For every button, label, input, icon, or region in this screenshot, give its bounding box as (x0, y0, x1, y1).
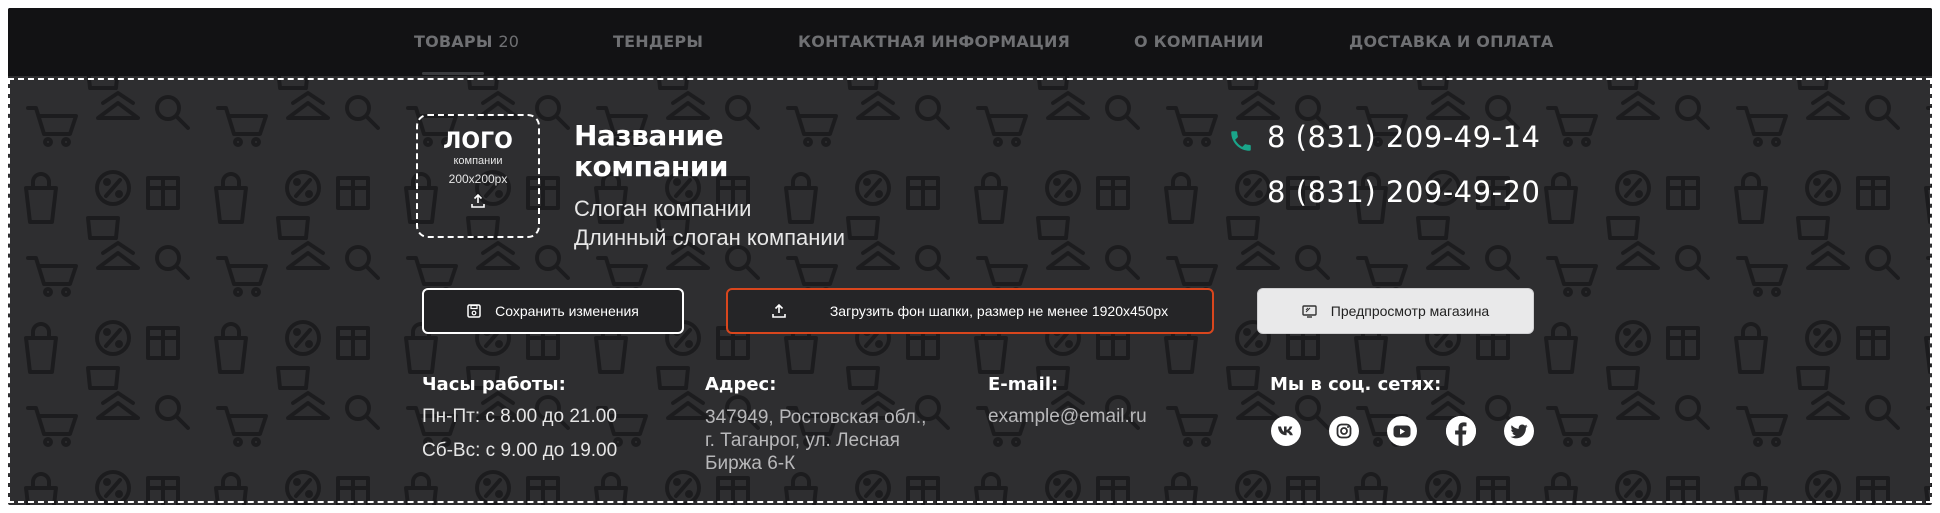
save-button[interactable]: Сохранить изменения (422, 288, 684, 334)
edit-area-border (8, 78, 10, 503)
active-tab-indicator (422, 72, 484, 75)
preview-store-button[interactable]: Предпросмотр магазина (1257, 288, 1534, 334)
products-count: 20 (498, 32, 520, 51)
nav-item-label: ДОСТАВКА И ОПЛАТА (1349, 32, 1554, 51)
instagram-icon[interactable] (1329, 416, 1359, 446)
logo-title: ЛОГО (443, 129, 513, 154)
upload-icon (772, 304, 786, 318)
nav-item-label: ТЕНДЕРЫ (613, 32, 704, 51)
save-icon (467, 304, 481, 318)
email-title: E-mail: (988, 374, 1059, 395)
youtube-icon[interactable] (1387, 416, 1417, 446)
twitter-icon[interactable] (1504, 416, 1534, 446)
nav-item-label: КОНТАКТНАЯ ИНФОРМАЦИЯ (798, 32, 1071, 51)
social-title: Мы в соц. сетях: (1270, 374, 1442, 395)
shop-header-editor: ТОВАРЫ 20 ТЕНДЕРЫ КОНТАКТНАЯ ИНФОРМАЦИЯ … (8, 8, 1932, 505)
nav-item-label: ТОВАРЫ (414, 32, 493, 51)
logo-upload[interactable]: ЛОГО компании 200x200px (416, 114, 540, 238)
address-title: Адрес: (705, 374, 777, 395)
top-navigation: ТОВАРЫ 20 ТЕНДЕРЫ КОНТАКТНАЯ ИНФОРМАЦИЯ … (8, 8, 1932, 76)
edit-area-border (8, 501, 1932, 503)
phone-number-2[interactable]: 8 (831) 209-49-20 (1267, 175, 1540, 209)
edit-area-border (8, 78, 1932, 80)
edit-area-border (1930, 78, 1932, 503)
background-pattern (8, 8, 1932, 505)
save-button-label: Сохранить изменения (495, 303, 639, 319)
company-name[interactable]: Название компании (574, 120, 834, 182)
hours-weekdays[interactable]: Пн-Пт: с 8.00 до 21.00 (422, 404, 617, 430)
facebook-icon[interactable] (1446, 416, 1476, 446)
company-slogan[interactable]: Слоган компании (574, 194, 751, 223)
upload-background-label: Загрузить фон шапки, размер не менее 192… (829, 303, 1169, 319)
email-value[interactable]: example@email.ru (988, 404, 1147, 430)
nav-item-about[interactable]: О КОМПАНИИ (1134, 32, 1264, 51)
upload-icon (471, 193, 485, 213)
phone-icon (1228, 128, 1254, 159)
hours-title: Часы работы: (422, 374, 566, 395)
nav-item-contacts[interactable]: КОНТАКТНАЯ ИНФОРМАЦИЯ (798, 32, 1070, 51)
preview-store-label: Предпросмотр магазина (1330, 303, 1490, 319)
nav-item-products[interactable]: ТОВАРЫ 20 (414, 32, 519, 51)
logo-size: 200x200px (448, 172, 508, 186)
company-long-slogan[interactable]: Длинный слоган компании (574, 223, 845, 252)
monitor-icon (1302, 304, 1317, 318)
phone-number-1[interactable]: 8 (831) 209-49-14 (1267, 120, 1540, 154)
nav-item-label: О КОМПАНИИ (1134, 32, 1264, 51)
nav-item-delivery[interactable]: ДОСТАВКА И ОПЛАТА (1349, 32, 1553, 51)
hours-weekend[interactable]: Сб-Вс: с 9.00 до 19.00 (422, 438, 617, 464)
nav-item-tenders[interactable]: ТЕНДЕРЫ (613, 32, 703, 51)
upload-background-button[interactable]: Загрузить фон шапки, размер не менее 192… (726, 288, 1214, 334)
logo-subtitle: компании (453, 155, 503, 167)
address-line-3[interactable]: Биржа 6-К (705, 451, 795, 477)
vk-icon[interactable] (1271, 416, 1301, 446)
